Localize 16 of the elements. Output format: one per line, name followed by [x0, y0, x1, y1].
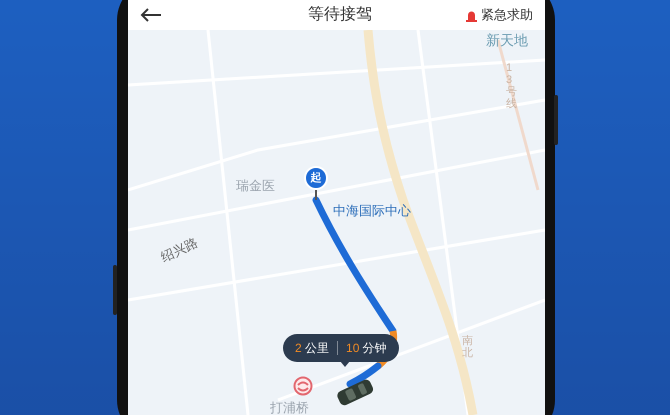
- line-label: 13号线: [506, 62, 517, 110]
- time-text: 10 分钟: [346, 340, 387, 357]
- metro-icon: [293, 376, 313, 396]
- line-label: 南北: [462, 335, 473, 360]
- pin-stem: [315, 190, 317, 200]
- place-label: 新天地: [486, 31, 528, 50]
- place-label: 瑞金医: [236, 177, 275, 195]
- start-marker: 起: [304, 166, 328, 190]
- road-label: 绍兴路: [158, 233, 202, 267]
- place-label: 中海国际中心: [333, 202, 411, 220]
- distance-text: 2 公里: [295, 340, 330, 357]
- emergency-button[interactable]: 紧急求助: [466, 5, 533, 25]
- siren-icon: [466, 8, 477, 22]
- page-title: 等待接驾: [308, 4, 372, 25]
- back-icon[interactable]: [140, 8, 162, 22]
- place-label: 打浦桥: [270, 399, 309, 415]
